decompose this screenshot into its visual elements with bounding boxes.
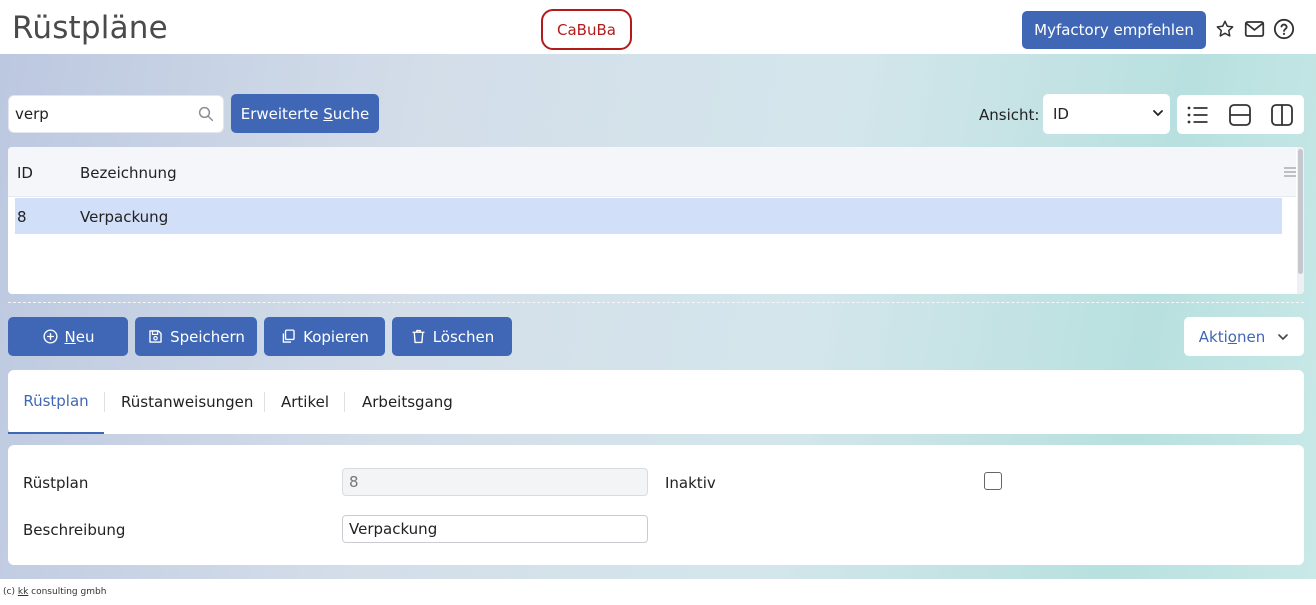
view-label: Ansicht: bbox=[979, 106, 1040, 124]
pane-splitter[interactable] bbox=[8, 302, 1304, 303]
actions-menu-button[interactable]: Aktionen bbox=[1184, 317, 1304, 356]
plan-field: 8 bbox=[342, 468, 648, 496]
inactive-label: Inaktiv bbox=[665, 474, 716, 492]
grid-scroll-thumb[interactable] bbox=[1298, 149, 1303, 274]
chevron-down-icon bbox=[1153, 110, 1163, 117]
split-horizontal-icon[interactable] bbox=[1228, 103, 1252, 127]
table-row[interactable]: 8 Verpackung bbox=[15, 198, 1282, 234]
split-vertical-icon[interactable] bbox=[1270, 103, 1294, 127]
save-label: Speichern bbox=[170, 327, 245, 346]
detail-form: Rüstplan 8 Inaktiv Beschreibung Verpacku… bbox=[8, 445, 1304, 565]
inactive-checkbox[interactable] bbox=[984, 472, 1002, 490]
chevron-down-icon bbox=[1278, 333, 1289, 340]
list-view-icon[interactable] bbox=[1186, 103, 1210, 127]
column-header-name[interactable]: Bezeichnung bbox=[80, 164, 177, 182]
save-button[interactable]: Speichern bbox=[135, 317, 257, 356]
view-mode-group bbox=[1177, 95, 1304, 134]
new-label: Neu bbox=[64, 327, 95, 346]
new-button[interactable]: Neu bbox=[8, 317, 128, 356]
copy-label: Kopieren bbox=[303, 327, 369, 346]
delete-button[interactable]: Löschen bbox=[392, 317, 512, 356]
tab-artikel[interactable]: Artikel bbox=[281, 370, 329, 434]
column-menu-icon[interactable] bbox=[1284, 167, 1296, 177]
recommend-button[interactable]: Myfactory empfehlen bbox=[1022, 11, 1206, 49]
tab-separator bbox=[344, 392, 345, 412]
save-icon bbox=[149, 330, 162, 343]
plus-circle-icon bbox=[42, 329, 58, 344]
tab-ruestanweisungen[interactable]: Rüstanweisungen bbox=[121, 370, 253, 434]
tenant-badge[interactable]: CaBuBa bbox=[541, 9, 632, 50]
tab-separator bbox=[104, 392, 105, 412]
copyright-footer: (c) kk consulting gmbh bbox=[3, 587, 107, 597]
cell-id: 8 bbox=[17, 208, 27, 226]
extended-search-label: Erweiterte Suche bbox=[240, 104, 370, 123]
description-field[interactable]: Verpackung bbox=[342, 515, 648, 543]
view-select[interactable]: ID bbox=[1043, 94, 1170, 134]
tab-arbeitsgang[interactable]: Arbeitsgang bbox=[362, 370, 453, 434]
grid-scrollbar[interactable] bbox=[1297, 147, 1304, 294]
tab-separator bbox=[264, 392, 265, 412]
cell-name: Verpackung bbox=[80, 208, 169, 226]
tab-bar: Rüstplan Rüstanweisungen Artikel Arbeits… bbox=[8, 370, 1304, 434]
search-icon[interactable] bbox=[197, 105, 215, 123]
view-select-value: ID bbox=[1053, 105, 1069, 123]
tab-ruestplan[interactable]: Rüstplan bbox=[8, 370, 104, 434]
extended-search-button[interactable]: Erweiterte Suche bbox=[231, 94, 379, 133]
mail-icon[interactable] bbox=[1243, 18, 1265, 40]
help-icon[interactable] bbox=[1273, 18, 1295, 40]
search-box[interactable] bbox=[8, 95, 224, 133]
app-header: Rüstpläne CaBuBa Myfactory empfehlen bbox=[0, 0, 1316, 54]
result-grid: ID Bezeichnung 8 Verpackung bbox=[8, 147, 1304, 294]
copy-button[interactable]: Kopieren bbox=[264, 317, 385, 356]
star-icon[interactable] bbox=[1214, 18, 1236, 40]
plan-label: Rüstplan bbox=[23, 474, 89, 492]
delete-label: Löschen bbox=[432, 327, 495, 346]
grid-header: ID Bezeichnung bbox=[8, 147, 1296, 197]
description-label: Beschreibung bbox=[23, 521, 126, 539]
main-area: Erweiterte Suche Ansicht: ID ID Bezeichn… bbox=[0, 54, 1316, 579]
search-input[interactable] bbox=[15, 104, 190, 124]
trash-icon bbox=[412, 329, 425, 344]
column-header-id[interactable]: ID bbox=[17, 164, 33, 182]
actions-label: Aktionen bbox=[1198, 327, 1266, 346]
copy-icon bbox=[282, 329, 295, 343]
page-title: Rüstpläne bbox=[12, 10, 168, 46]
